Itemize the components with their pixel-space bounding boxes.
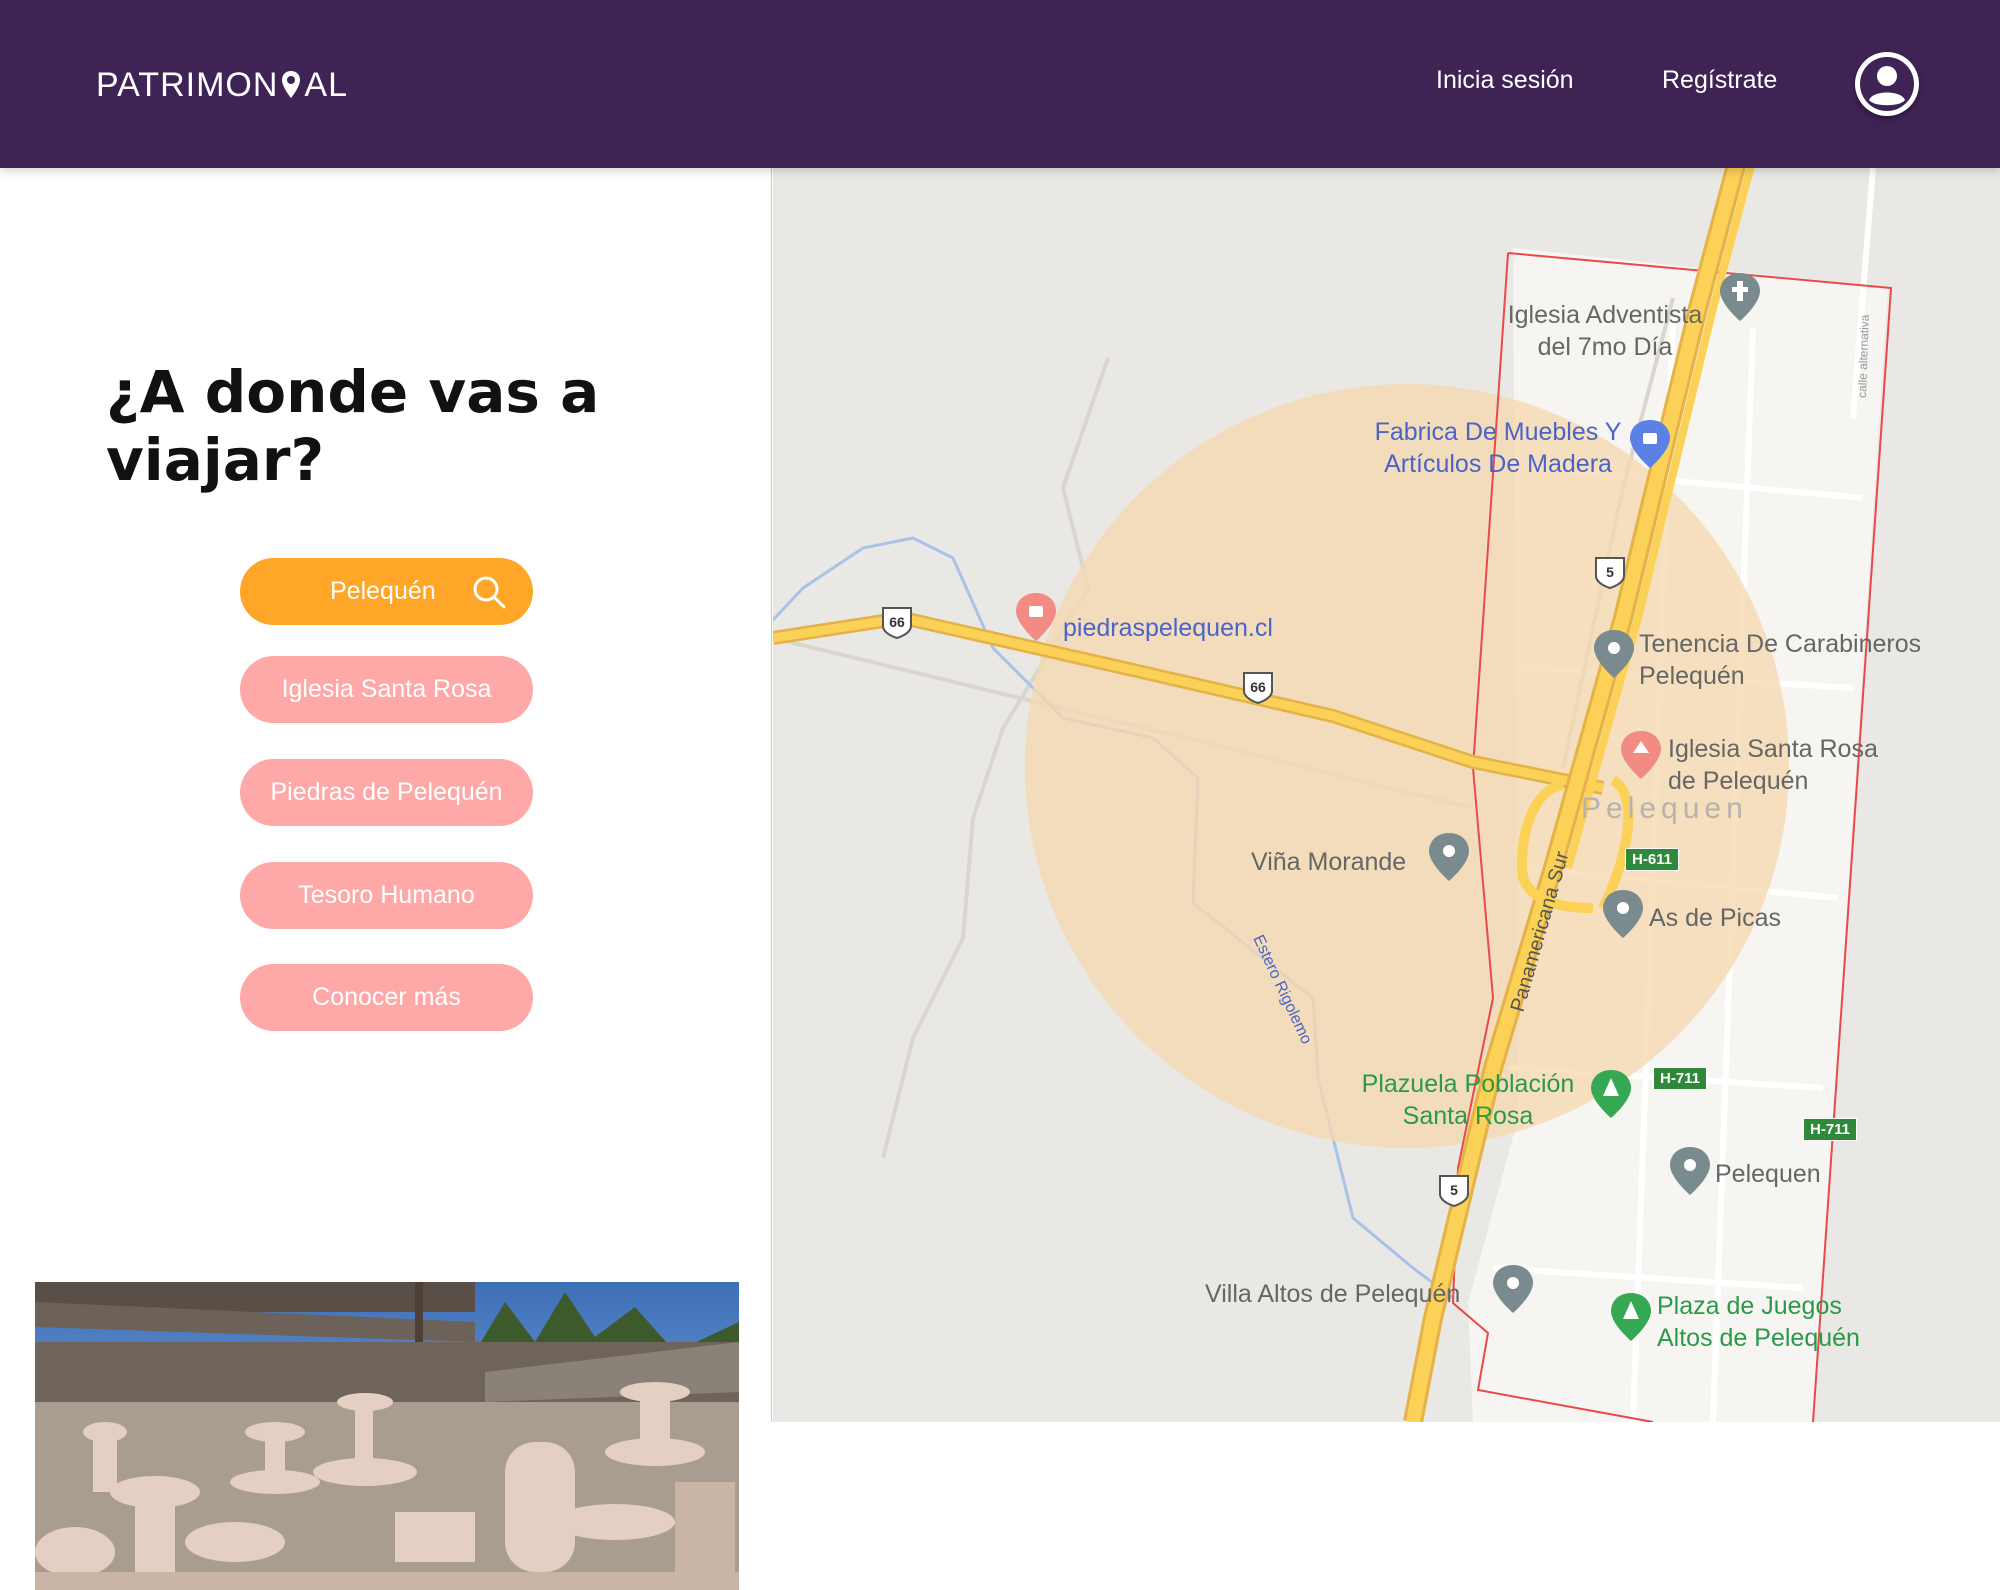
place-piedraspelequen[interactable]: piedraspelequen.cl (1063, 612, 1273, 644)
map-pin-icon (282, 71, 301, 98)
map-view[interactable]: 66 66 5 5 Panamericana Sur Estero Rigole… (773, 168, 2000, 1422)
register-link[interactable]: Regístrate (1662, 66, 1777, 95)
search-input[interactable] (330, 577, 470, 606)
suggestion-piedras-de-pelequen[interactable]: Piedras de Pelequén (240, 759, 533, 826)
login-link[interactable]: Inicia sesión (1436, 66, 1574, 95)
place-tenencia-carabineros[interactable]: Tenencia De Carabineros Pelequén (1639, 628, 1939, 692)
place-plazuela-santa-rosa[interactable]: Plazuela Población Santa Rosa (1348, 1068, 1588, 1132)
suggestion-iglesia-santa-rosa[interactable]: Iglesia Santa Rosa (240, 656, 533, 723)
place-iglesia-adventista[interactable]: Iglesia Adventista del 7mo Día (1495, 299, 1715, 363)
place-pelequen[interactable]: Pelequen (1715, 1158, 1821, 1190)
route-66-label-1: 66 (889, 614, 905, 630)
conocer-mas-button[interactable]: Conocer más (240, 964, 533, 1031)
town-label: Pelequen (1581, 792, 1748, 825)
logo-text-end: AL (304, 65, 348, 104)
route-5-label-1: 5 (1606, 564, 1614, 580)
highway-badge-h711-2: H-711 (1803, 1118, 1858, 1141)
route-5-label-2: 5 (1450, 1182, 1458, 1198)
highway-badge-h711-1: H-711 (1653, 1067, 1708, 1090)
user-icon (1860, 57, 1914, 111)
stone-crafts-photo (35, 1282, 739, 1590)
route-66-label-2: 66 (1250, 679, 1266, 695)
page-title: ¿A donde vas a viajar? (106, 358, 600, 494)
place-iglesia-santa-rosa[interactable]: Iglesia Santa Rosa de Pelequén (1668, 733, 1898, 797)
suggestion-tesoro-humano[interactable]: Tesoro Humano (240, 862, 533, 929)
logo[interactable]: PATRIMON AL (96, 62, 348, 108)
place-villa-altos[interactable]: Villa Altos de Pelequén (1205, 1278, 1460, 1310)
logo-text-start: PATRIMON (96, 65, 279, 104)
search-panel: ¿A donde vas a viajar? Iglesia Santa Ros… (0, 168, 772, 1590)
user-avatar-button[interactable] (1855, 52, 1919, 116)
top-navbar: PATRIMON AL Inicia sesión Regístrate (0, 0, 2000, 168)
calle-alternativa-label: calle alternativa (1855, 314, 1872, 398)
place-vina-morande[interactable]: Viña Morande (1251, 846, 1406, 878)
search-bar[interactable] (240, 558, 533, 625)
place-plaza-juegos[interactable]: Plaza de Juegos Altos de Pelequén (1657, 1290, 1897, 1354)
place-as-de-picas[interactable]: As de Picas (1649, 902, 1781, 934)
highway-badge-h611: H-611 (1625, 848, 1680, 871)
search-icon[interactable] (471, 574, 507, 610)
place-fabrica-muebles[interactable]: Fabrica De Muebles Y Artículos De Madera (1353, 416, 1643, 480)
